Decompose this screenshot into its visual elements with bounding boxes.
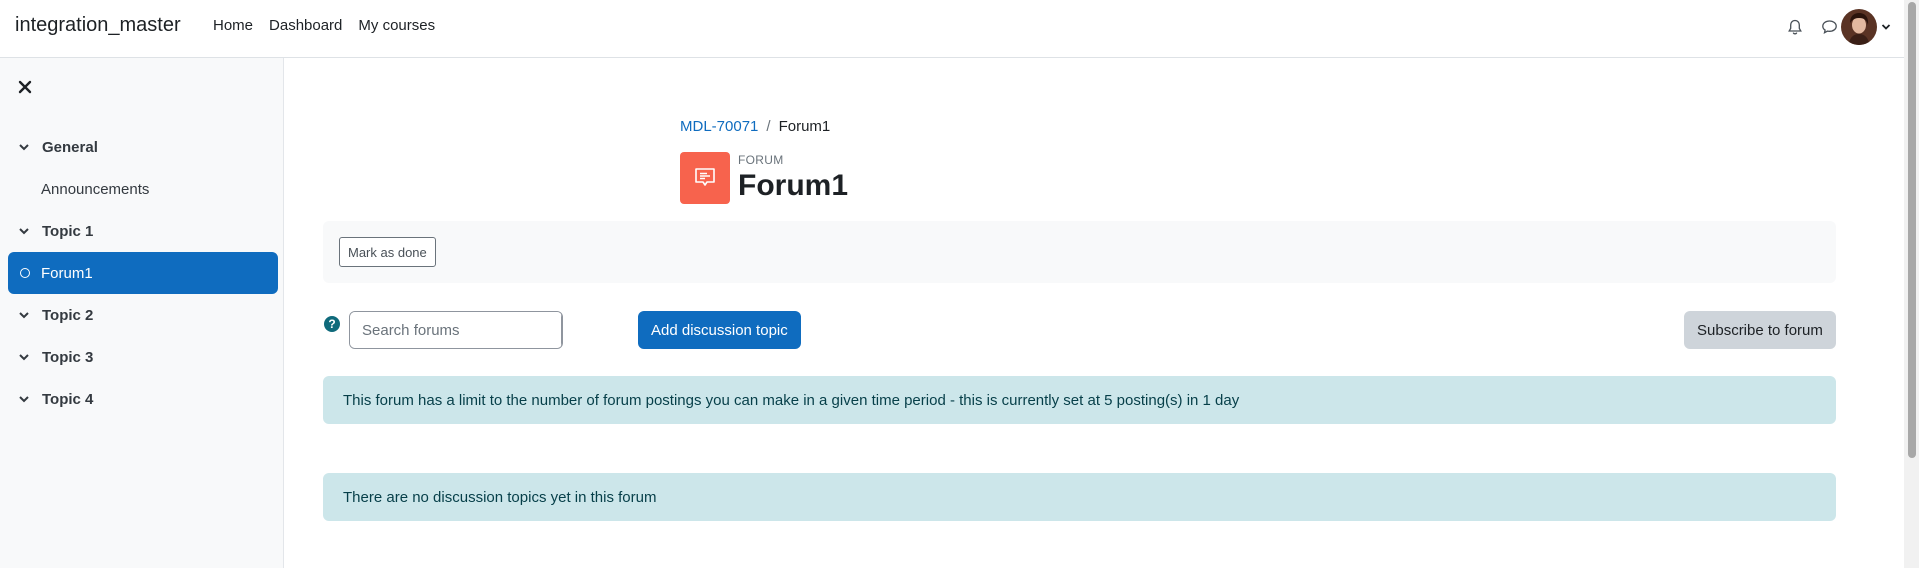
activity-label: Forum1 (41, 264, 93, 282)
course-index: General Announcements Topic 1 Forum1 Top… (8, 126, 278, 420)
chevron-down-icon[interactable] (1881, 18, 1891, 36)
page-header: FORUM Forum1 (680, 152, 848, 204)
activity-forum1[interactable]: Forum1 (8, 252, 278, 294)
top-navbar: integration_master Home Dashboard My cou… (0, 0, 1919, 58)
breadcrumb-course-link[interactable]: MDL-70071 (680, 118, 758, 135)
page-pretitle: FORUM (738, 153, 784, 167)
close-icon[interactable] (18, 80, 34, 96)
main-content: MDL-70071 / Forum1 FORUM Forum1 Mark as … (284, 58, 1904, 568)
search-forums-group (349, 311, 563, 349)
completion-circle-icon (20, 268, 30, 278)
search-icon (562, 323, 563, 337)
nav-my-courses-link[interactable]: My courses (350, 17, 443, 34)
bell-icon[interactable] (1785, 17, 1805, 37)
no-discussions-alert: There are no discussion topics yet in th… (323, 473, 1836, 521)
section-topic-4[interactable]: Topic 4 (8, 378, 278, 420)
nav-home-link[interactable]: Home (205, 17, 261, 34)
section-label: Topic 2 (42, 306, 94, 324)
add-discussion-topic-button[interactable]: Add discussion topic (638, 311, 801, 349)
subscribe-to-forum-button[interactable]: Subscribe to forum (1684, 311, 1836, 349)
posting-limit-alert: This forum has a limit to the number of … (323, 376, 1836, 424)
breadcrumb-current: Forum1 (778, 118, 831, 135)
section-topic-3[interactable]: Topic 3 (8, 336, 278, 378)
section-topic-1[interactable]: Topic 1 (8, 210, 278, 252)
avatar[interactable] (1841, 9, 1877, 45)
page-scrollbar[interactable] (1904, 0, 1919, 568)
primary-navigation: Home Dashboard My courses (205, 17, 443, 34)
section-label: Topic 1 (42, 222, 94, 240)
chevron-down-icon[interactable] (18, 351, 30, 363)
breadcrumb: MDL-70071 / Forum1 (680, 118, 830, 135)
search-button[interactable] (561, 312, 563, 348)
chevron-down-icon[interactable] (18, 309, 30, 321)
activity-completion-bar: Mark as done (323, 221, 1836, 283)
scrollbar-thumb[interactable] (1908, 2, 1916, 458)
forum-icon (680, 152, 730, 204)
breadcrumb-separator: / (766, 118, 771, 135)
section-general[interactable]: General (8, 126, 278, 168)
course-index-drawer: General Announcements Topic 1 Forum1 Top… (0, 58, 284, 568)
chevron-down-icon[interactable] (18, 393, 30, 405)
site-brand[interactable]: integration_master (15, 14, 181, 37)
search-forums-input[interactable] (350, 312, 561, 348)
section-label: General (42, 138, 98, 156)
chevron-down-icon[interactable] (18, 141, 30, 153)
section-label: Topic 4 (42, 390, 94, 408)
section-label: Topic 3 (42, 348, 94, 366)
page-header-text: FORUM Forum1 (738, 153, 848, 203)
navbar-icons (1785, 17, 1839, 37)
help-icon[interactable]: ? (324, 316, 340, 332)
mark-as-done-button[interactable]: Mark as done (339, 237, 436, 267)
activity-announcements[interactable]: Announcements (8, 168, 278, 210)
chat-bubble-icon[interactable] (1819, 17, 1839, 37)
user-menu[interactable] (1841, 9, 1891, 45)
section-topic-2[interactable]: Topic 2 (8, 294, 278, 336)
chevron-down-icon[interactable] (18, 225, 30, 237)
nav-dashboard-link[interactable]: Dashboard (261, 17, 350, 34)
page-title: Forum1 (738, 169, 849, 202)
